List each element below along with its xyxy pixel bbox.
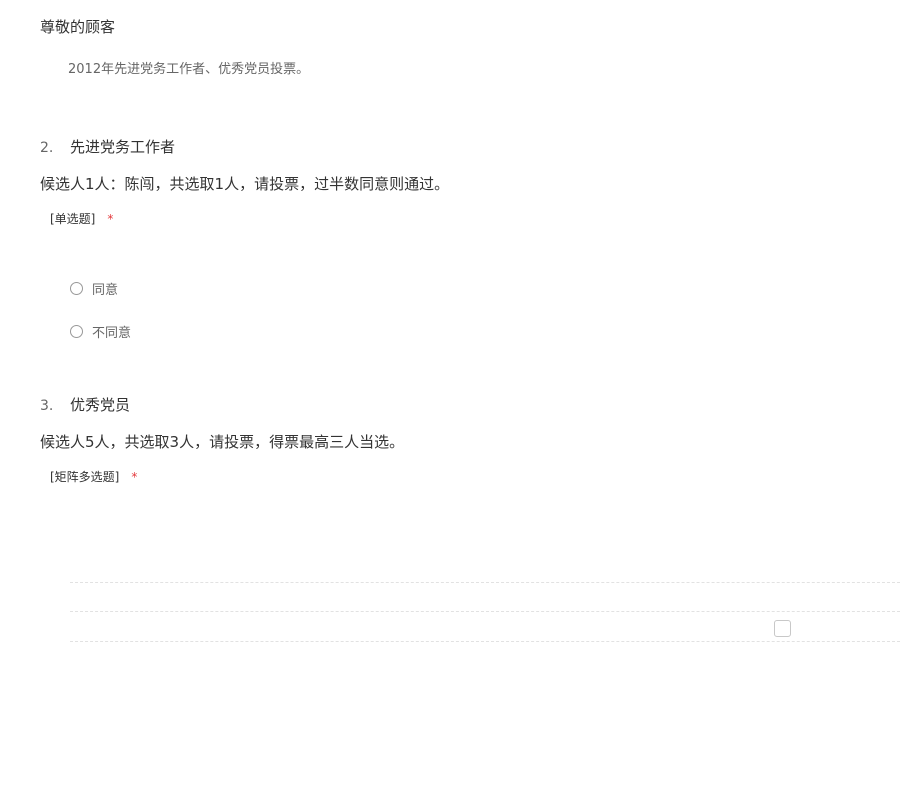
radio-button[interactable]: [70, 325, 83, 338]
question-3-header: 3. 优秀党员: [40, 394, 130, 415]
survey-intro: 2012年先进党务工作者、优秀党员投票。: [68, 62, 310, 77]
required-mark: *: [107, 212, 114, 226]
question-title: 先进党务工作者: [70, 138, 176, 156]
radio-button[interactable]: [70, 282, 83, 295]
survey-page: 尊敬的顾客 2012年先进党务工作者、优秀党员投票。 2. 先进党务工作者 候选…: [0, 0, 900, 800]
question-number: 2.: [40, 140, 54, 156]
matrix-row-divider: [70, 641, 900, 642]
option-disagree[interactable]: 不同意: [70, 322, 131, 341]
matrix-checkbox[interactable]: [774, 620, 791, 637]
question-type-label: [单选题]: [50, 212, 96, 226]
option-label[interactable]: 不同意: [92, 322, 131, 341]
question-description: 候选人5人，共选取3人，请投票，得票最高三人当选。: [40, 433, 405, 451]
matrix-row-divider: [70, 582, 900, 583]
question-description: 候选人1人：陈闯，共选取1人，请投票，过半数同意则通过。: [40, 175, 450, 193]
option-label[interactable]: 同意: [92, 279, 118, 298]
question-title: 优秀党员: [70, 396, 131, 414]
question-type-label: [矩阵多选题]: [50, 470, 120, 484]
greeting-text: 尊敬的顾客: [40, 18, 116, 36]
question-2-header: 2. 先进党务工作者: [40, 136, 175, 157]
required-mark: *: [131, 470, 138, 484]
question-number: 3.: [40, 398, 54, 414]
question-type: [矩阵多选题] *: [50, 468, 137, 485]
option-agree[interactable]: 同意: [70, 279, 118, 298]
question-type: [单选题] *: [50, 210, 113, 227]
matrix-row-divider: [70, 611, 900, 612]
